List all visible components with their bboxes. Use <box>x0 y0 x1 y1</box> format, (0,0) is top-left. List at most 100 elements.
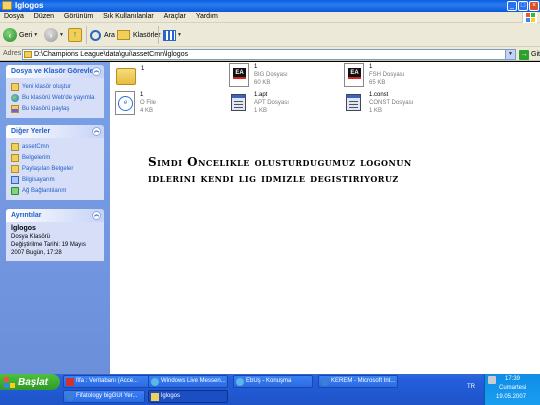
overlay-line-1: Simdi Oncelikle olusturdugumuz logonun <box>148 155 412 169</box>
taskbar-button[interactable]: Fifatology bigGUI Yer... <box>63 390 145 403</box>
new-folder-icon <box>11 82 19 91</box>
task-label: Bu klasörü paylaş <box>22 105 70 112</box>
details-panel: Ayrıntılar ︽ lglogos Dosya Klasörü Değiş… <box>6 209 104 261</box>
task-new-folder[interactable]: Yeni klasör oluştur <box>11 81 99 92</box>
toolbar-separator <box>86 26 87 44</box>
place-my-computer[interactable]: Bilgisayarım <box>11 174 99 185</box>
taskbar-button-label: Fifatology bigGUI Yer... <box>76 393 138 399</box>
internet-explorer-icon <box>321 378 329 386</box>
views-icon <box>163 29 176 41</box>
address-input[interactable]: D:\Champions League\data\gui\assetCmn\lg… <box>22 49 516 60</box>
views-button[interactable]: ▼ <box>163 27 182 43</box>
taskbar-button-label: KEREM - Microsoft Int... <box>331 378 396 384</box>
collapse-icon[interactable]: ︽ <box>92 127 101 136</box>
clock-time[interactable]: 17:39 <box>505 376 520 382</box>
network-icon <box>11 186 19 195</box>
address-path: D:\Champions League\data\gui\assetCmn\lg… <box>34 51 189 58</box>
start-button[interactable]: Başlat <box>0 374 60 390</box>
volume-icon[interactable] <box>488 376 496 384</box>
taskbar-button-active[interactable]: lglogos <box>148 390 228 403</box>
file-size: 65 KB <box>369 80 386 86</box>
details-name: lglogos <box>11 225 36 232</box>
maximize-button[interactable]: □ <box>518 1 528 11</box>
file-tasks-title: Dosya ve Klasör Görevleri <box>11 68 99 75</box>
file-type: BIG Dosyası <box>254 72 288 78</box>
file-item[interactable]: EA 1 BIG Dosyası 60 KB <box>229 63 288 87</box>
file-item[interactable]: e 1 O File 4 KB <box>115 91 156 115</box>
file-type: O File <box>140 100 157 106</box>
place-assetcmn[interactable]: assetCmn <box>11 141 99 152</box>
address-label: Adres <box>3 50 22 57</box>
taskbar-button-label: fifa : Veritabanı (Acce... <box>76 378 139 384</box>
place-label: Bilgisayarım <box>22 176 55 183</box>
taskbar-button-label: lglogos <box>161 393 181 399</box>
shared-folder-icon <box>11 164 19 173</box>
taskbar-button[interactable]: Windows Live Messen... <box>148 375 228 388</box>
file-size: 1 KB <box>369 108 383 114</box>
clock-date: 19.05.2007 <box>496 394 527 400</box>
start-label: Başlat <box>18 376 49 388</box>
place-label: Paylaşılan Belgeler <box>22 165 74 172</box>
task-publish-web[interactable]: Bu klasörü Web'de yayımla <box>11 92 99 103</box>
address-bar: Adres D:\Champions League\data\gui\asset… <box>0 47 540 61</box>
taskbar-button[interactable]: EbUş - Konuşma <box>233 375 313 388</box>
menu-tools[interactable]: Araçlar <box>160 12 190 21</box>
menu-help[interactable]: Yardım <box>192 12 222 21</box>
menu-file[interactable]: Dosya <box>0 12 28 21</box>
search-icon <box>90 29 101 41</box>
forward-button[interactable]: › ▼ <box>44 27 64 43</box>
taskbar-button-label: EbUş - Konuşma <box>246 378 292 384</box>
details-header[interactable]: Ayrıntılar ︽ <box>6 209 104 222</box>
back-button[interactable]: ‹ Geri ▼ <box>3 27 38 43</box>
search-label: Ara <box>104 31 115 39</box>
menu-view[interactable]: Görünüm <box>60 12 97 21</box>
access-app-icon <box>66 378 74 386</box>
file-item[interactable]: EA 1 FSH Dosyası 65 KB <box>344 63 404 87</box>
collapse-icon[interactable]: ︽ <box>92 211 101 220</box>
file-item[interactable]: 1.const CONST Dosyası 1 KB <box>344 91 413 115</box>
search-button[interactable]: Ara <box>90 27 115 43</box>
other-places-header[interactable]: Diğer Yerler ︽ <box>6 125 104 138</box>
taskbar-button-label: Windows Live Messen... <box>161 378 226 384</box>
place-label: assetCmn <box>22 143 50 150</box>
overlay-line-2: idlerini kendi lig idmizle degistiriyoru… <box>148 171 399 185</box>
task-pane: Dosya ve Klasör Görevleri ︽ Yeni klasör … <box>0 62 110 374</box>
title-bar: Iglogos _ □ × <box>0 0 540 12</box>
overlay-caption: Simdi Oncelikle olusturdugumuz logonun i… <box>148 154 412 186</box>
place-network[interactable]: Ağ Bağlantılarım <box>11 185 99 196</box>
file-tasks-header[interactable]: Dosya ve Klasör Görevleri ︽ <box>6 65 104 78</box>
close-button[interactable]: × <box>529 1 539 11</box>
menu-bar: Dosya Düzen Görünüm Sık Kullanılanlar Ar… <box>0 12 540 23</box>
folders-button[interactable]: Klasörler <box>117 27 161 43</box>
file-item[interactable]: 1.apt APT Dosyası 1 KB <box>229 91 289 115</box>
file-size: 4 KB <box>140 108 154 114</box>
place-shared-documents[interactable]: Paylaşılan Belgeler <box>11 163 99 174</box>
chevron-down-icon[interactable]: ▼ <box>505 50 515 59</box>
back-arrow-icon: ‹ <box>3 28 17 42</box>
up-folder-button[interactable]: ↑ <box>68 27 82 43</box>
taskbar-button[interactable]: fifa : Veritabanı (Acce... <box>63 375 156 388</box>
minimize-button[interactable]: _ <box>507 1 517 11</box>
file-item[interactable]: 1 <box>116 65 144 85</box>
window-title: Iglogos <box>15 1 44 10</box>
language-indicator[interactable]: TR <box>467 384 475 390</box>
toolbar: ‹ Geri ▼ › ▼ ↑ Ara Klasörler ▼ <box>0 23 540 47</box>
go-button[interactable]: → Git <box>519 49 540 60</box>
task-label: Yeni klasör oluştur <box>22 83 71 90</box>
menu-favorites[interactable]: Sık Kullanılanlar <box>99 12 158 21</box>
task-share-folder[interactable]: Bu klasörü paylaş <box>11 103 99 114</box>
windows-logo-icon <box>522 12 537 23</box>
place-label: Belgelerim <box>22 154 51 161</box>
menu-edit[interactable]: Düzen <box>30 12 58 21</box>
back-label: Geri <box>19 31 33 39</box>
generic-file-icon <box>229 91 249 115</box>
file-type: APT Dosyası <box>254 100 289 106</box>
clock-day: Cumartesi <box>499 385 527 391</box>
go-label: Git <box>531 51 540 58</box>
place-my-documents[interactable]: Belgelerim <box>11 152 99 163</box>
documents-folder-icon <box>11 153 19 162</box>
collapse-icon[interactable]: ︽ <box>92 67 101 76</box>
file-size: 1 KB <box>254 108 268 114</box>
file-tasks-panel: Dosya ve Klasör Görevleri ︽ Yeni klasör … <box>6 65 104 118</box>
taskbar-button[interactable]: KEREM - Microsoft Int... <box>318 375 398 388</box>
